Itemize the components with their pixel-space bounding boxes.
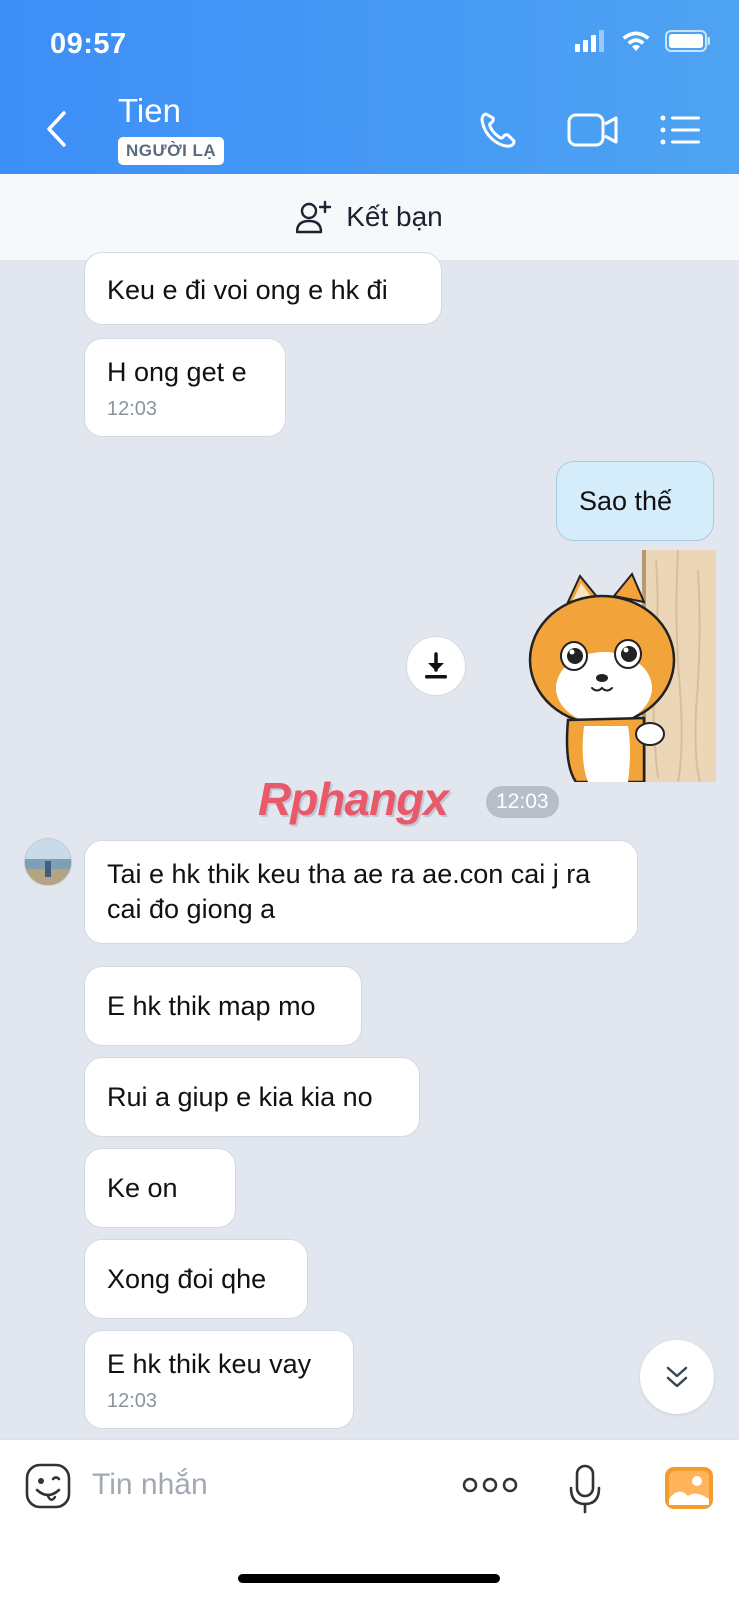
shiba-dog-sticker[interactable] [528,550,716,782]
add-friend-button[interactable]: Kết bạn [0,174,739,260]
message-text: Tai e hk thik keu tha ae ra ae.con cai j… [107,859,591,924]
signal-icon [575,30,604,52]
message-text: Sao thế [579,486,673,516]
download-icon [425,652,447,679]
status-icons [575,30,711,52]
received-message[interactable]: E hk thik keu vay 12:03 [84,1330,354,1429]
received-message[interactable]: H ong get e 12:03 [84,338,286,437]
scroll-to-bottom-button[interactable] [640,1340,714,1414]
stranger-badge: NGƯỜI LẠ [118,137,225,165]
message-time: 12:03 [107,1390,158,1412]
microphone-icon[interactable] [568,1464,602,1514]
message-text: Keu e đi voi ong e hk đi [107,275,388,305]
received-message[interactable]: Rui a giup e kia kia no [84,1057,420,1137]
message-time-pill: 12:03 [486,786,559,818]
add-friend-label: Kết bạn [346,201,443,232]
double-chevron-down-icon [666,1366,688,1388]
voice-call-button[interactable] [473,108,523,152]
emoji-sticker-icon[interactable] [24,1462,72,1510]
chevron-left-icon [47,111,66,147]
message-text: E hk thik keu vay [107,1349,312,1379]
video-call-button[interactable] [561,108,625,152]
battery-icon [665,30,710,52]
message-text: Ke on [107,1173,178,1203]
more-options-icon[interactable] [462,1470,518,1500]
photo-gallery-icon[interactable] [664,1466,714,1510]
sent-message[interactable]: Sao thế [556,461,714,541]
status-time: 09:57 [50,28,127,60]
back-button[interactable] [36,104,76,154]
download-sticker-button[interactable] [406,636,466,696]
received-message[interactable]: E hk thik map mo [84,966,362,1046]
avatar-photo [25,839,71,885]
message-input[interactable] [92,1460,422,1510]
message-time: 12:03 [107,398,158,420]
message-text: Rui a giup e kia kia no [107,1082,373,1112]
list-menu-icon [660,115,700,145]
message-text: H ong get e [107,357,247,387]
chat-header: 09:57 Tien NGƯỜI LẠ [0,0,739,174]
received-message[interactable]: Xong đoi qhe [84,1239,308,1319]
add-friend-icon [296,200,332,234]
message-text: Xong đoi qhe [107,1264,267,1294]
watermark: Rphangx [258,773,449,825]
phone-icon [480,112,516,148]
message-text: E hk thik map mo [107,991,316,1021]
video-camera-icon [567,113,618,147]
options-menu-button[interactable] [654,108,706,152]
home-indicator [238,1574,500,1583]
wifi-icon [622,31,650,51]
avatar[interactable] [24,838,72,886]
received-message[interactable]: Keu e đi voi ong e hk đi [84,252,442,325]
contact-name[interactable]: Tien [118,92,181,130]
received-message[interactable]: Tai e hk thik keu tha ae ra ae.con cai j… [84,840,638,944]
received-message[interactable]: Ke on [84,1148,236,1228]
